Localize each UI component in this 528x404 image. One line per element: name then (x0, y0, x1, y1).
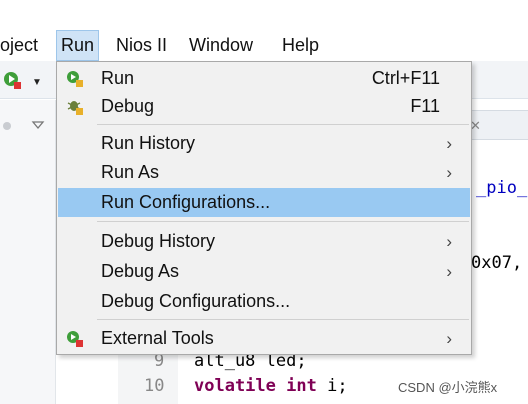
menu-item-label: Run (101, 68, 135, 88)
menu-item-run-configurations[interactable]: Run Configurations... (58, 188, 470, 217)
menu-nios-ii[interactable]: Nios II (116, 30, 167, 61)
menu-separator (97, 124, 469, 125)
run-dropdown-menu: Run Ctrl+F11 Debug F11 Run History › Run… (56, 61, 472, 355)
line-number: 10 (144, 376, 165, 396)
chevron-right-icon: › (446, 134, 452, 153)
menu-item-label: Run Configurations... (101, 192, 271, 212)
menu-item-label: Debug History (101, 231, 216, 251)
run-icon (67, 71, 83, 87)
chevron-right-icon: › (446, 329, 452, 348)
keyword: volatile (194, 376, 276, 396)
code-line: volatile int i; (194, 376, 348, 396)
menu-separator (97, 221, 469, 222)
bug-icon (67, 101, 83, 115)
chevron-right-icon: › (446, 163, 452, 182)
menu-item-shortcut: Ctrl+F11 (371, 68, 440, 88)
menu-item-debug[interactable]: Debug F11 (58, 92, 470, 121)
menu-item-run-as[interactable]: Run As › (58, 158, 470, 187)
menu-item-debug-configurations[interactable]: Debug Configurations... (58, 287, 470, 316)
chevron-right-icon: › (446, 232, 452, 251)
menu-separator (97, 319, 469, 320)
code-text: i; (316, 376, 348, 396)
menu-item-label: External Tools (101, 328, 214, 348)
keyword: int (286, 376, 317, 396)
left-panel (0, 100, 56, 404)
chevron-right-icon: › (446, 262, 452, 281)
menu-item-run-history[interactable]: Run History › (58, 129, 470, 158)
menu-item-run[interactable]: Run Ctrl+F11 (58, 64, 470, 93)
menu-item-label: Run History (101, 133, 196, 153)
menu-bar: oject Run Nios II Window Help (0, 30, 528, 61)
menu-item-label: Run As (101, 162, 160, 182)
menu-item-label: Debug As (101, 261, 180, 281)
menu-item-label: Debug (101, 96, 155, 116)
chevron-down-icon[interactable]: ▼ (32, 77, 42, 88)
code-fragment: 0x07, (471, 253, 523, 273)
menu-item-debug-as[interactable]: Debug As › (58, 257, 470, 286)
view-menu-icon[interactable] (0, 112, 56, 140)
menu-run[interactable]: Run (56, 30, 100, 61)
external-tools-icon (67, 331, 83, 347)
menu-item-debug-history[interactable]: Debug History › (58, 227, 470, 256)
run-toolbar-icon[interactable] (2, 70, 22, 90)
menu-project[interactable]: oject (0, 30, 38, 61)
menu-window[interactable]: Window (189, 30, 253, 61)
code-fragment: _pio_ (476, 178, 528, 198)
watermark: CSDN @小浣熊x (398, 380, 498, 395)
menu-item-label: Debug Configurations... (101, 291, 291, 311)
menu-help[interactable]: Help (282, 30, 319, 61)
menu-item-external-tools[interactable]: External Tools › (58, 324, 470, 353)
menu-item-shortcut: F11 (410, 96, 440, 116)
